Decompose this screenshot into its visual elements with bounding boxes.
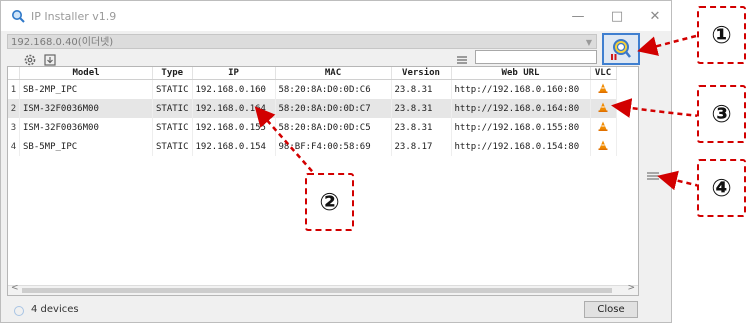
callout-2: ②	[305, 173, 354, 231]
callout-3: ③	[697, 85, 746, 143]
annotation-arrows	[254, 34, 701, 191]
arrow-3	[611, 98, 701, 118]
arrow-4	[657, 170, 701, 191]
callout-4: ④	[697, 159, 746, 217]
callout-1: ①	[697, 6, 746, 64]
arrow-2	[254, 106, 319, 179]
arrow-1	[637, 34, 697, 56]
